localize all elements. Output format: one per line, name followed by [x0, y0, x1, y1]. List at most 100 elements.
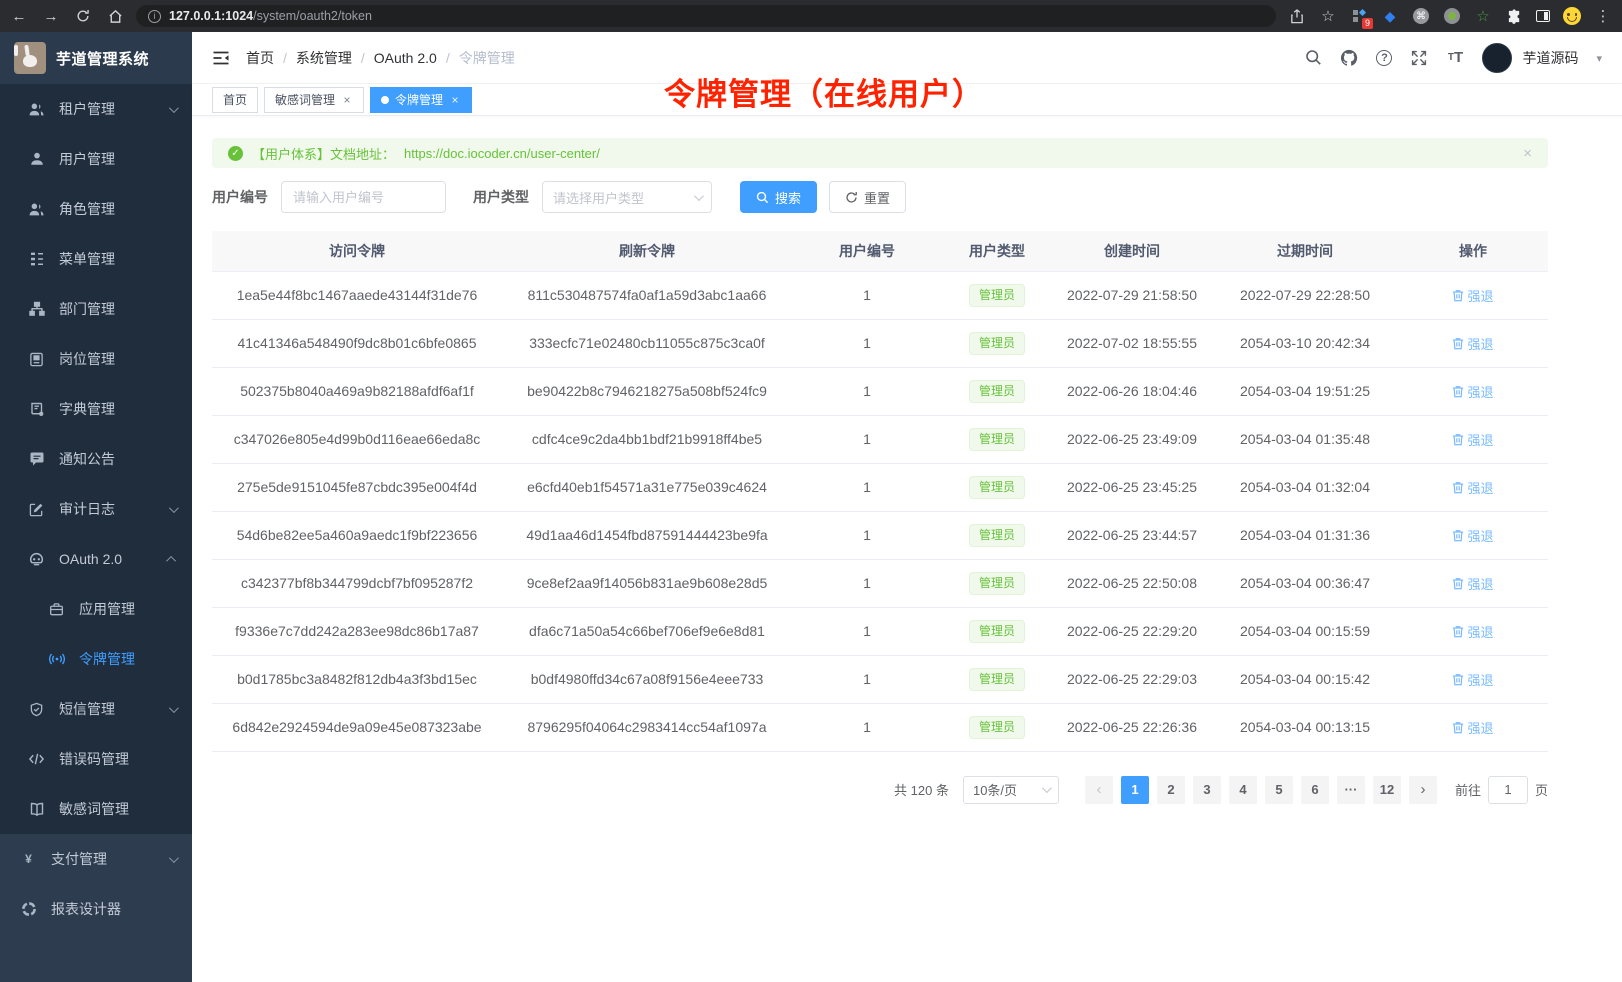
- app-logo-row[interactable]: 芋道管理系统: [0, 32, 192, 84]
- sidebar-item-role[interactable]: 角色管理: [0, 184, 192, 234]
- extension-recorder-icon[interactable]: [1443, 7, 1461, 25]
- force-logout-button[interactable]: 强退: [1452, 526, 1493, 545]
- sidebar-item-sensitive[interactable]: 敏感词管理: [0, 784, 192, 834]
- user-id-input[interactable]: [281, 181, 446, 213]
- page-button-12[interactable]: 12: [1373, 776, 1401, 804]
- breadcrumb-home[interactable]: 首页: [246, 48, 274, 68]
- browser-home-icon[interactable]: [106, 7, 124, 25]
- page-button-1[interactable]: 1: [1121, 776, 1149, 804]
- goto-page-input[interactable]: [1488, 776, 1528, 804]
- sidebar-fold-icon[interactable]: [212, 49, 230, 67]
- alert-close-icon[interactable]: [1523, 145, 1532, 162]
- sidebar-item-oauth-app[interactable]: 应用管理: [0, 584, 192, 634]
- cell-access-token: 41c41346a548490f9dc8b01c6bfe0865: [212, 319, 502, 367]
- broadcast-icon: [48, 651, 65, 668]
- force-logout-button[interactable]: 强退: [1452, 334, 1493, 353]
- close-icon[interactable]: [341, 93, 353, 107]
- github-icon[interactable]: [1340, 49, 1358, 67]
- sidebar-item-user[interactable]: 用户管理: [0, 134, 192, 184]
- force-logout-button[interactable]: 强退: [1452, 430, 1493, 449]
- extension-star-icon[interactable]: [1474, 7, 1492, 25]
- force-logout-button[interactable]: 强退: [1452, 478, 1493, 497]
- page-button-2[interactable]: 2: [1157, 776, 1185, 804]
- sidebar-item-audit[interactable]: 审计日志: [0, 484, 192, 534]
- user-type-label: 用户类型: [473, 187, 529, 207]
- sidebar-item-tenant[interactable]: 租户管理: [0, 84, 192, 134]
- sidebar-item-dict[interactable]: 字典管理: [0, 384, 192, 434]
- fullscreen-icon[interactable]: [1410, 49, 1428, 67]
- search-icon[interactable]: [1304, 49, 1322, 67]
- user-icon: [28, 151, 45, 168]
- help-icon[interactable]: [1376, 50, 1392, 66]
- browser-back-icon[interactable]: [10, 7, 28, 25]
- tab-token[interactable]: 令牌管理: [370, 87, 472, 113]
- prev-page-button[interactable]: [1085, 776, 1113, 804]
- breadcrumb-system[interactable]: 系统管理: [296, 48, 352, 68]
- extension-command-icon[interactable]: [1412, 7, 1430, 25]
- force-logout-button[interactable]: 强退: [1452, 574, 1493, 593]
- goto-label: 前往: [1455, 780, 1481, 799]
- sidebar-item-oauth[interactable]: OAuth 2.0: [0, 534, 192, 584]
- extension-badge: 9: [1362, 18, 1373, 29]
- user-type-select[interactable]: 请选择用户类型: [542, 181, 712, 213]
- user-type-badge: 管理员: [969, 332, 1025, 355]
- sidebar-item-oauth-token[interactable]: 令牌管理: [0, 634, 192, 684]
- caret-down-icon[interactable]: [1596, 49, 1602, 67]
- side-panel-icon[interactable]: [1536, 10, 1550, 22]
- sidebar-item-post[interactable]: 岗位管理: [0, 334, 192, 384]
- force-logout-button[interactable]: 强退: [1452, 382, 1493, 401]
- profile-avatar[interactable]: [1563, 7, 1581, 25]
- force-logout-button[interactable]: 强退: [1452, 718, 1493, 737]
- page-more-button[interactable]: ···: [1337, 776, 1365, 804]
- force-logout-button[interactable]: 强退: [1452, 670, 1493, 689]
- extensions-puzzle-icon[interactable]: [1505, 7, 1523, 25]
- page-button-5[interactable]: 5: [1265, 776, 1293, 804]
- table-row: 6d842e2924594de9a09e45e087323abe 8796295…: [212, 703, 1548, 751]
- bookmark-star-icon[interactable]: [1319, 7, 1337, 25]
- font-size-icon[interactable]: [1446, 49, 1464, 67]
- cell-created: 2022-06-25 22:29:20: [1052, 607, 1212, 655]
- trash-icon: [1452, 289, 1464, 302]
- sidebar-item-menu[interactable]: 菜单管理: [0, 234, 192, 284]
- user-type-badge: 管理员: [969, 572, 1025, 595]
- page-button-6[interactable]: 6: [1301, 776, 1329, 804]
- search-icon: [756, 191, 769, 204]
- sidebar-item-notice[interactable]: 通知公告: [0, 434, 192, 484]
- cell-created: 2022-06-25 22:26:36: [1052, 703, 1212, 751]
- sidebar-item-dept[interactable]: 部门管理: [0, 284, 192, 334]
- cell-created: 2022-06-25 23:45:25: [1052, 463, 1212, 511]
- page-size-select[interactable]: 10条/页: [963, 776, 1059, 804]
- sidebar-item-errcode[interactable]: 错误码管理: [0, 734, 192, 784]
- address-bar[interactable]: 127.0.0.1:1024/system/oauth2/token: [136, 5, 1276, 27]
- browser-menu-icon[interactable]: [1594, 7, 1612, 25]
- table-row: 1ea5e44f8bc1467aaede43144f31de76 811c530…: [212, 271, 1548, 319]
- reset-button[interactable]: 重置: [829, 181, 906, 213]
- user-avatar[interactable]: [1482, 43, 1512, 73]
- extension-gem-icon[interactable]: [1381, 7, 1399, 25]
- tab-home[interactable]: 首页: [212, 87, 258, 113]
- page-button-4[interactable]: 4: [1229, 776, 1257, 804]
- force-logout-button[interactable]: 强退: [1452, 286, 1493, 305]
- next-page-button[interactable]: [1409, 776, 1437, 804]
- page-button-3[interactable]: 3: [1193, 776, 1221, 804]
- browser-forward-icon[interactable]: [42, 7, 60, 25]
- cell-user-id: 1: [792, 703, 942, 751]
- username[interactable]: 芋道源码: [1522, 48, 1578, 68]
- search-button[interactable]: 搜索: [740, 181, 817, 213]
- force-logout-button[interactable]: 强退: [1452, 622, 1493, 641]
- tab-sensitive-word[interactable]: 敏感词管理: [264, 87, 364, 113]
- extension-tabs-icon[interactable]: 9: [1350, 7, 1368, 25]
- trash-icon: [1452, 577, 1464, 590]
- site-info-icon[interactable]: [148, 10, 161, 23]
- close-icon[interactable]: [449, 93, 461, 107]
- sidebar-item-sms[interactable]: 短信管理: [0, 684, 192, 734]
- breadcrumb-oauth[interactable]: OAuth 2.0: [374, 50, 437, 66]
- trash-icon: [1452, 673, 1464, 686]
- sidebar-item-pay[interactable]: ¥ 支付管理: [0, 834, 192, 884]
- share-icon[interactable]: [1288, 7, 1306, 25]
- sidebar-item-report[interactable]: 报表设计器: [0, 884, 192, 934]
- table-row: 502375b8040a469a9b82188afdf6af1f be90422…: [212, 367, 1548, 415]
- cell-created: 2022-07-29 21:58:50: [1052, 271, 1212, 319]
- doc-link[interactable]: https://doc.iocoder.cn/user-center/: [404, 146, 600, 161]
- browser-reload-icon[interactable]: [74, 7, 92, 25]
